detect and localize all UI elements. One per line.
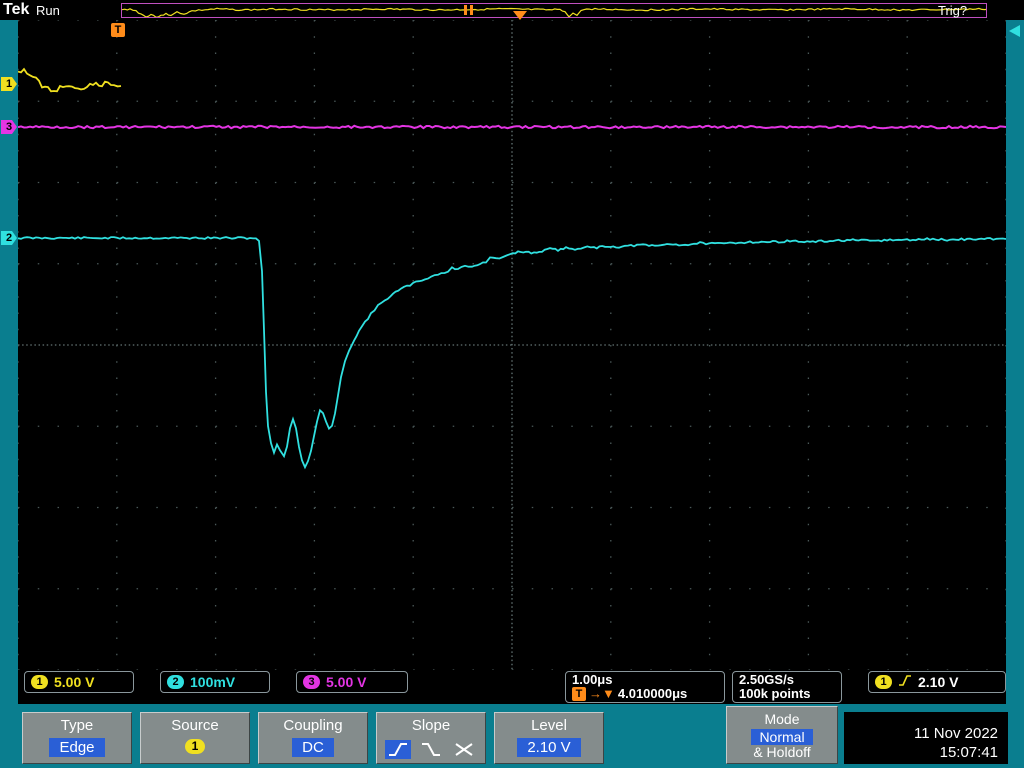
scope-display <box>18 20 1006 670</box>
trigger-source-badge: 1 <box>875 675 892 689</box>
time-text: 15:07:41 <box>844 743 998 762</box>
ch2-position-marker[interactable]: 2 <box>1 231 17 245</box>
expansion-point-icon <box>464 5 473 15</box>
trigger-level-arrow-icon[interactable] <box>1009 25 1020 37</box>
ch1-position-marker[interactable]: 1 <box>1 77 17 91</box>
tek-logo: Tek <box>3 1 29 19</box>
type-label: Type <box>23 717 131 734</box>
type-button[interactable]: Type Edge <box>22 712 132 764</box>
trigger-readout: 1 2.10 V <box>868 671 1006 693</box>
slope-rising-icon[interactable] <box>385 740 411 759</box>
level-button[interactable]: Level 2.10 V <box>494 712 604 764</box>
record-view <box>121 3 987 18</box>
level-label: Level <box>495 717 603 734</box>
record-length: 100k points <box>739 687 811 701</box>
slope-label: Slope <box>377 717 485 734</box>
trigger-t-marker[interactable]: T <box>111 23 125 37</box>
slope-falling-icon[interactable] <box>418 740 444 759</box>
ch2-scale-value: 100mV <box>190 674 235 690</box>
level-value: 2.10 V <box>517 738 580 757</box>
coupling-value: DC <box>292 738 334 757</box>
mode-holdoff-text: & Holdoff <box>727 745 837 760</box>
ch1-badge: 1 <box>31 675 48 689</box>
trigger-level-value: 2.10 V <box>918 674 958 690</box>
bottom-menu: Type Edge Source 1 Coupling DC Slope Lev… <box>0 704 1024 768</box>
ch1-trace <box>18 69 121 91</box>
acquisition-readout: 2.50GS/s 100k points <box>732 671 842 703</box>
graticule <box>18 20 1006 670</box>
acquisition-status: Run <box>36 3 60 18</box>
ch3-badge: 3 <box>303 675 320 689</box>
date-text: 11 Nov 2022 <box>844 724 998 743</box>
ch1-scale-value: 5.00 V <box>54 674 94 690</box>
ch3-scale-value: 5.00 V <box>326 674 366 690</box>
type-value: Edge <box>49 738 104 757</box>
mode-value: Normal <box>751 729 812 745</box>
trigger-slope-icon <box>898 674 912 690</box>
slope-either-icon[interactable] <box>451 740 477 759</box>
trigger-status: Trig? <box>938 3 967 18</box>
readout-strip: 1 5.00 V 2 100mV 3 5.00 V 1.00μs T →▼ 4.… <box>18 670 1006 704</box>
ch3-trace <box>18 126 1006 128</box>
source-label: Source <box>141 717 249 734</box>
source-value-badge: 1 <box>185 739 205 754</box>
ch2-badge: 2 <box>167 675 184 689</box>
mode-button[interactable]: Mode Normal & Holdoff <box>726 706 838 764</box>
trigger-position-arrow-icon[interactable] <box>513 11 527 20</box>
mode-label: Mode <box>727 711 837 727</box>
ch2-scale-readout: 2 100mV <box>160 671 270 693</box>
delay-arrow-icon: →▼ <box>589 687 615 701</box>
delay-value: 4.010000μs <box>618 687 687 701</box>
slope-button[interactable]: Slope <box>376 712 486 764</box>
coupling-button[interactable]: Coupling DC <box>258 712 368 764</box>
datetime-display: 11 Nov 2022 15:07:41 <box>844 712 1008 764</box>
ch3-scale-readout: 3 5.00 V <box>296 671 408 693</box>
source-button[interactable]: Source 1 <box>140 712 250 764</box>
record-view-waveform <box>122 4 986 17</box>
sample-rate: 2.50GS/s <box>739 673 794 687</box>
ch1-scale-readout: 1 5.00 V <box>24 671 134 693</box>
coupling-label: Coupling <box>259 717 367 734</box>
trigger-time-badge: T <box>572 687 586 701</box>
record-view-trace <box>122 8 986 17</box>
ch3-position-marker[interactable]: 3 <box>1 120 17 134</box>
top-status-bar: Tek Run Trig? <box>0 0 1024 20</box>
horizontal-readout: 1.00μs T →▼ 4.010000μs <box>565 671 725 703</box>
timebase-scale: 1.00μs <box>572 673 613 687</box>
